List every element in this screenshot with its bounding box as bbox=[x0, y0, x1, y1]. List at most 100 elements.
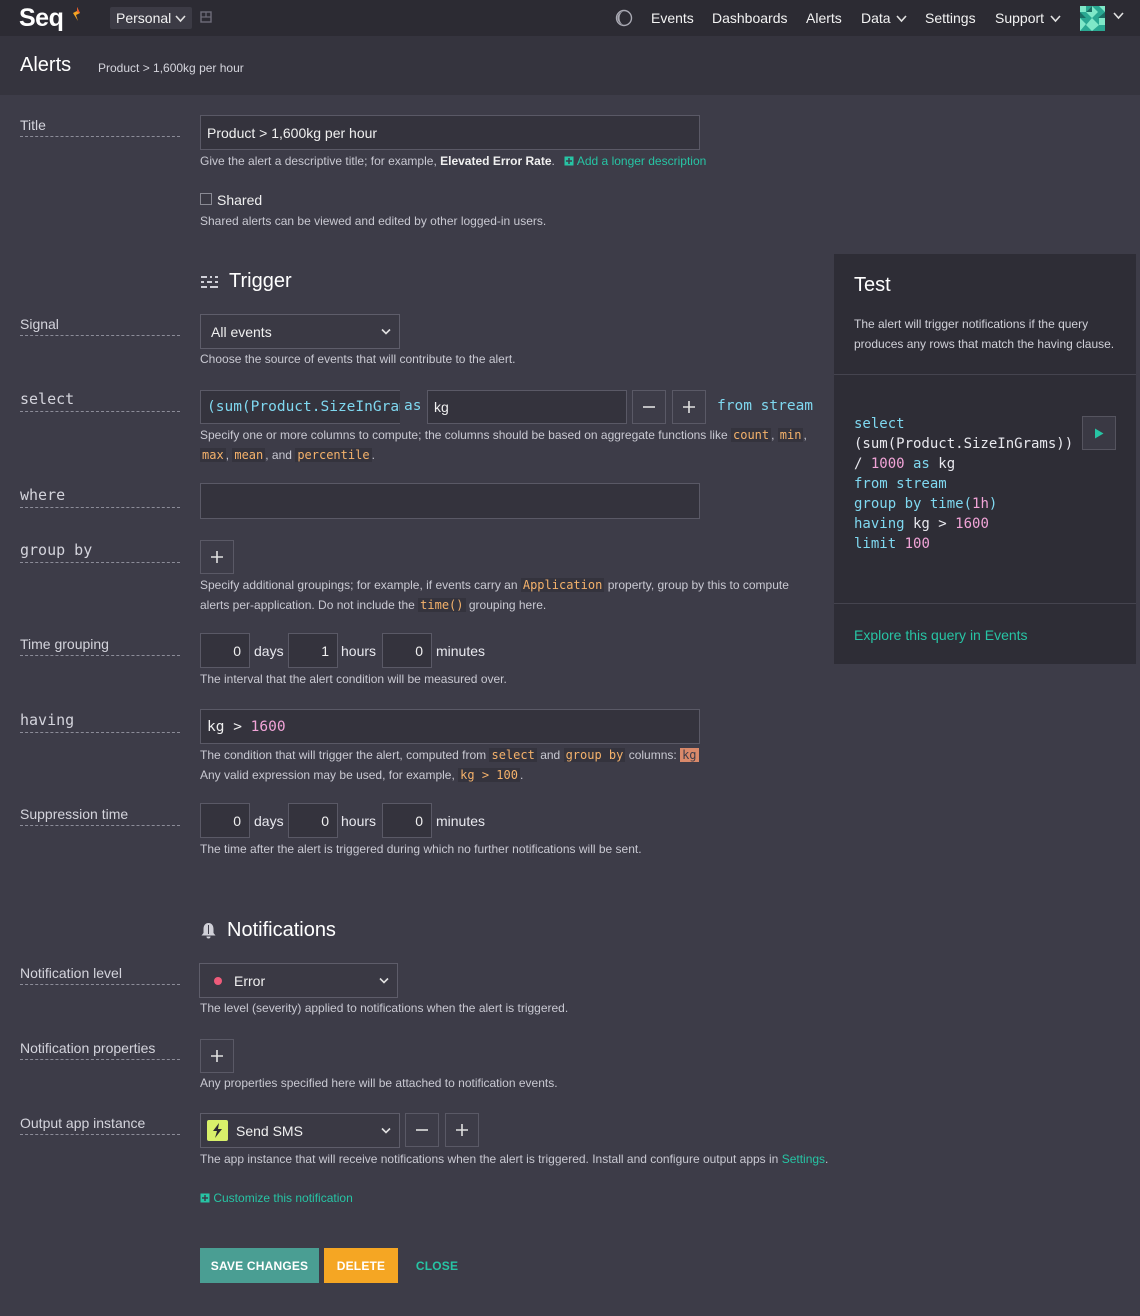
plus-square-icon bbox=[564, 156, 574, 166]
notification-properties-help: Any properties specified here will be at… bbox=[200, 1076, 558, 1090]
customize-notification-label: Customize this notification bbox=[213, 1191, 353, 1205]
select-label: select bbox=[20, 390, 180, 412]
close-button[interactable]: CLOSE bbox=[408, 1248, 466, 1283]
test-divider-bottom bbox=[834, 603, 1136, 604]
group-by-label: group by bbox=[20, 541, 180, 563]
group-by-help: Specify additional groupings; for exampl… bbox=[200, 575, 820, 615]
group-by-help-mid: property, group by this to compute bbox=[607, 578, 789, 592]
title-help: Give the alert a descriptive title; for … bbox=[200, 151, 706, 171]
having-help-example: kg > 100 bbox=[458, 768, 520, 782]
user-avatar-icon[interactable] bbox=[1080, 6, 1105, 31]
time-grouping-days-unit: days bbox=[254, 643, 284, 659]
having-help-text: The condition that will trigger the aler… bbox=[200, 748, 487, 762]
run-query-button[interactable] bbox=[1082, 416, 1116, 450]
suppression-days-unit: days bbox=[254, 813, 284, 829]
output-app-help: The app instance that will receive notif… bbox=[200, 1149, 840, 1169]
add-output-app-button[interactable] bbox=[445, 1113, 479, 1147]
save-changes-button[interactable]: SAVE CHANGES bbox=[200, 1248, 319, 1283]
title-help-end: . bbox=[551, 154, 555, 168]
fn-max: max bbox=[200, 448, 226, 462]
nav-data[interactable]: Data bbox=[861, 10, 908, 26]
q-having: having bbox=[854, 516, 905, 532]
q-divide: / bbox=[854, 456, 871, 472]
signal-help: Choose the source of events that will co… bbox=[200, 352, 516, 366]
having-help-line2: Any valid expression may be used, for ex… bbox=[200, 768, 455, 782]
notification-level-label: Notification level bbox=[20, 965, 180, 985]
time-grouping-label: Time grouping bbox=[20, 636, 180, 656]
breadcrumb: Product > 1,600kg per hour bbox=[98, 61, 244, 75]
time-grouping-minutes-unit: minutes bbox=[436, 643, 486, 659]
select-help-end: . bbox=[371, 448, 375, 462]
title-label: Title bbox=[20, 117, 180, 137]
q-1600: 1600 bbox=[955, 516, 989, 532]
q-100: 100 bbox=[896, 536, 930, 552]
notification-properties-label: Notification properties bbox=[20, 1040, 180, 1060]
customize-notification-link[interactable]: Customize this notification bbox=[200, 1188, 353, 1208]
suppression-days-input[interactable]: 0 bbox=[200, 803, 250, 838]
plus-square-icon bbox=[200, 1193, 210, 1203]
theme-toggle-icon[interactable] bbox=[615, 9, 633, 27]
nav-events[interactable]: Events bbox=[651, 10, 694, 26]
q-as: as bbox=[904, 456, 930, 472]
remove-output-app-button[interactable] bbox=[405, 1113, 439, 1147]
chevron-down-icon bbox=[379, 977, 389, 984]
add-description-link[interactable]: Add a longer description bbox=[564, 154, 706, 168]
q-expression: (sum(Product.SizeInGrams)) bbox=[854, 436, 1074, 452]
q-stream: stream bbox=[887, 476, 947, 492]
suppression-minutes-unit: minutes bbox=[436, 813, 486, 829]
add-grouping-button[interactable] bbox=[200, 540, 234, 574]
pin-icon[interactable] bbox=[200, 11, 212, 23]
having-help: The condition that will trigger the aler… bbox=[200, 745, 820, 785]
select-help-and: , and bbox=[265, 448, 292, 462]
notification-level-select[interactable]: Error bbox=[199, 963, 398, 998]
select-help: Specify one or more columns to compute; … bbox=[200, 428, 807, 462]
fn-mean: mean bbox=[232, 448, 266, 462]
add-column-button[interactable] bbox=[672, 390, 706, 424]
test-query: select (sum(Product.SizeInGrams)) / 1000… bbox=[854, 414, 1073, 554]
shared-checkbox[interactable] bbox=[200, 193, 212, 205]
workspace-switcher[interactable]: Personal bbox=[110, 7, 193, 29]
nav-dashboards[interactable]: Dashboards bbox=[712, 10, 788, 26]
trigger-icon bbox=[201, 275, 218, 288]
where-label: where bbox=[20, 486, 180, 508]
having-label: having bbox=[20, 711, 180, 733]
minus-icon bbox=[416, 1129, 428, 1131]
notification-level-value: Error bbox=[234, 972, 266, 989]
signal-value: All events bbox=[211, 323, 272, 340]
plus-icon bbox=[211, 551, 223, 563]
output-app-label: Output app instance bbox=[20, 1115, 180, 1135]
suppression-label: Suppression time bbox=[20, 806, 180, 826]
remove-column-button[interactable] bbox=[632, 390, 666, 424]
add-property-button[interactable] bbox=[200, 1039, 234, 1073]
q-alias: kg bbox=[929, 456, 956, 472]
having-input[interactable]: kg > 1600 bbox=[200, 709, 700, 744]
output-app-select[interactable]: Send SMS bbox=[200, 1113, 400, 1148]
chevron-down-icon[interactable] bbox=[1113, 12, 1124, 20]
where-input[interactable] bbox=[200, 483, 700, 519]
delete-button[interactable]: DELETE bbox=[324, 1248, 398, 1283]
settings-link[interactable]: Settings bbox=[782, 1152, 825, 1166]
column-tag-kg[interactable]: kg bbox=[680, 748, 699, 762]
time-grouping-hours-input[interactable]: 1 bbox=[288, 633, 338, 668]
title-help-example: Elevated Error Rate bbox=[440, 154, 552, 168]
having-help-groupby: group by bbox=[563, 748, 626, 762]
nav-support[interactable]: Support bbox=[995, 10, 1061, 26]
shared-label[interactable]: Shared bbox=[217, 192, 262, 208]
play-icon bbox=[1095, 428, 1104, 438]
suppression-minutes-input[interactable]: 0 bbox=[382, 803, 432, 838]
nav-alerts[interactable]: Alerts bbox=[806, 10, 842, 26]
test-title: Test bbox=[854, 274, 891, 296]
time-grouping-days-input[interactable]: 0 bbox=[200, 633, 250, 668]
select-expression-input[interactable]: (sum(Product.SizeInGram bbox=[200, 390, 400, 424]
q-limit: limit bbox=[854, 536, 897, 552]
signal-select[interactable]: All events bbox=[200, 314, 400, 349]
time-grouping-minutes-input[interactable]: 0 bbox=[382, 633, 432, 668]
explore-query-link[interactable]: Explore this query in Events bbox=[854, 627, 1028, 643]
nav-settings[interactable]: Settings bbox=[925, 10, 976, 26]
seq-logo[interactable]: Seq bbox=[19, 4, 64, 33]
test-description: The alert will trigger notifications if … bbox=[854, 317, 1115, 351]
title-input[interactable]: Product > 1,600kg per hour bbox=[200, 115, 700, 150]
suppression-hours-input[interactable]: 0 bbox=[288, 803, 338, 838]
select-alias-input[interactable]: kg bbox=[427, 390, 627, 424]
test-panel: Test The alert will trigger notification… bbox=[834, 254, 1136, 664]
